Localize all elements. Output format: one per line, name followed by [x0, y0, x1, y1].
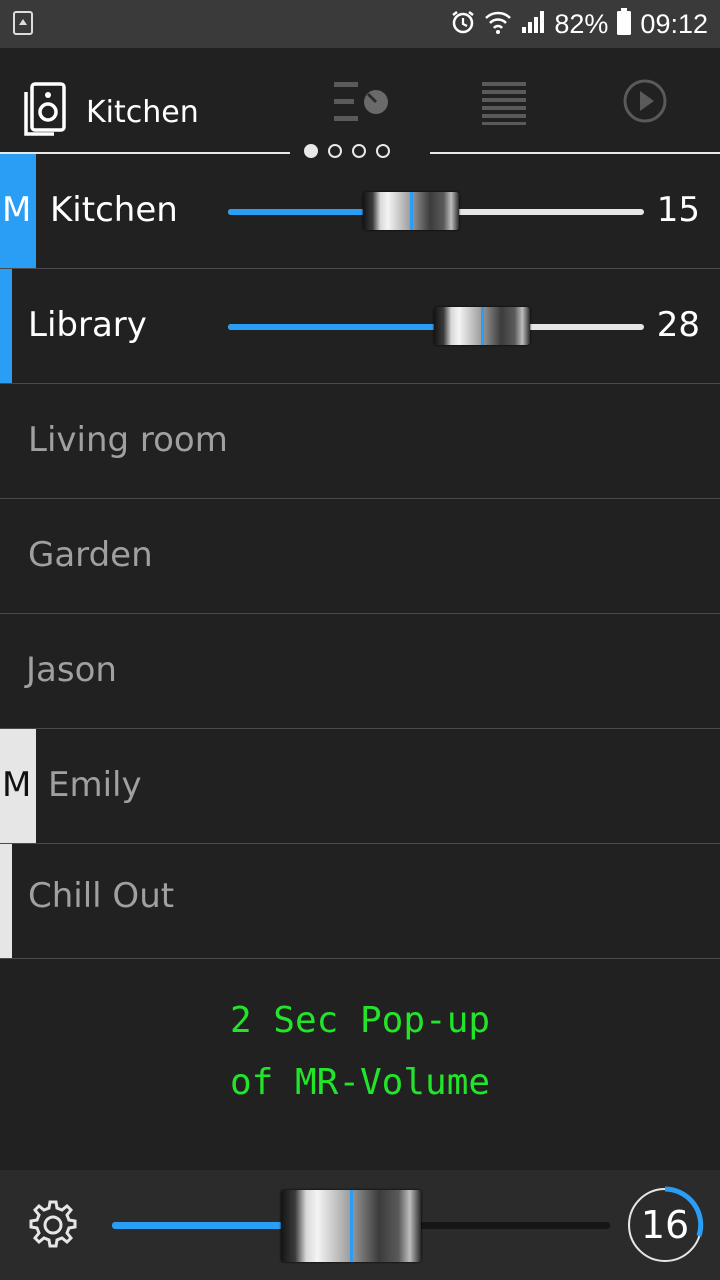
equalizer-knob-icon[interactable] [332, 78, 392, 130]
alarm-icon [450, 9, 476, 39]
room-volume-value: 15 [656, 190, 700, 230]
clock: 09:12 [640, 8, 708, 39]
wifi-icon [484, 9, 512, 39]
room-name: Garden [28, 535, 153, 575]
room-volume-value: 28 [656, 305, 700, 345]
room-volume-slider[interactable] [228, 307, 644, 345]
room-row-chill-out[interactable]: Chill Out [0, 844, 720, 959]
status-bar: 82% 09:12 [0, 0, 720, 48]
queue-list-icon[interactable] [480, 78, 528, 130]
room-row-library[interactable]: Library 28 [0, 269, 720, 384]
zone-title: Kitchen [86, 94, 199, 130]
master-volume-value: 16 [640, 1203, 690, 1247]
zone-marker[interactable] [0, 269, 12, 383]
room-name: Jason [26, 650, 117, 690]
room-name: Chill Out [28, 876, 175, 916]
volume-popup-note: 2 Sec Pop-up of MR-Volume [0, 990, 720, 1114]
master-volume-indicator[interactable]: 16 [626, 1186, 704, 1264]
master-volume-bar: 16 [0, 1170, 720, 1280]
recycle-notification-icon [12, 10, 34, 40]
room-row-kitchen[interactable]: M Kitchen 15 [0, 154, 720, 269]
room-row-garden[interactable]: Garden [0, 499, 720, 614]
master-volume-slider[interactable] [112, 1190, 610, 1262]
room-name: Kitchen [50, 190, 178, 230]
signal-icon [520, 9, 546, 39]
speaker-icon [22, 82, 68, 142]
room-name: Emily [48, 765, 142, 805]
slider-handle[interactable] [281, 1190, 422, 1262]
popup-line-2: of MR-Volume [229, 1062, 491, 1103]
play-circle-icon[interactable] [622, 78, 668, 128]
room-volume-slider[interactable] [228, 192, 644, 230]
room-name: Library [28, 305, 147, 345]
slider-handle[interactable] [363, 192, 460, 230]
gear-icon[interactable] [26, 1198, 80, 1256]
zone-marker[interactable] [0, 844, 12, 958]
room-row-emily[interactable]: M Emily [0, 729, 720, 844]
battery-percent: 82% [554, 8, 609, 39]
master-marker-label: M [2, 765, 32, 805]
header: Kitchen [0, 48, 720, 158]
zone-selector[interactable]: Kitchen [22, 82, 199, 142]
battery-icon [616, 8, 632, 40]
room-list: M Kitchen 15 Library 28 Living room Gard… [0, 154, 720, 959]
room-name: Living room [28, 420, 228, 460]
room-row-living-room[interactable]: Living room [0, 384, 720, 499]
room-row-jason[interactable]: Jason [0, 614, 720, 729]
popup-line-1: 2 Sec Pop-up [229, 1000, 491, 1041]
slider-handle[interactable] [433, 307, 530, 345]
master-marker-label: M [2, 190, 32, 230]
